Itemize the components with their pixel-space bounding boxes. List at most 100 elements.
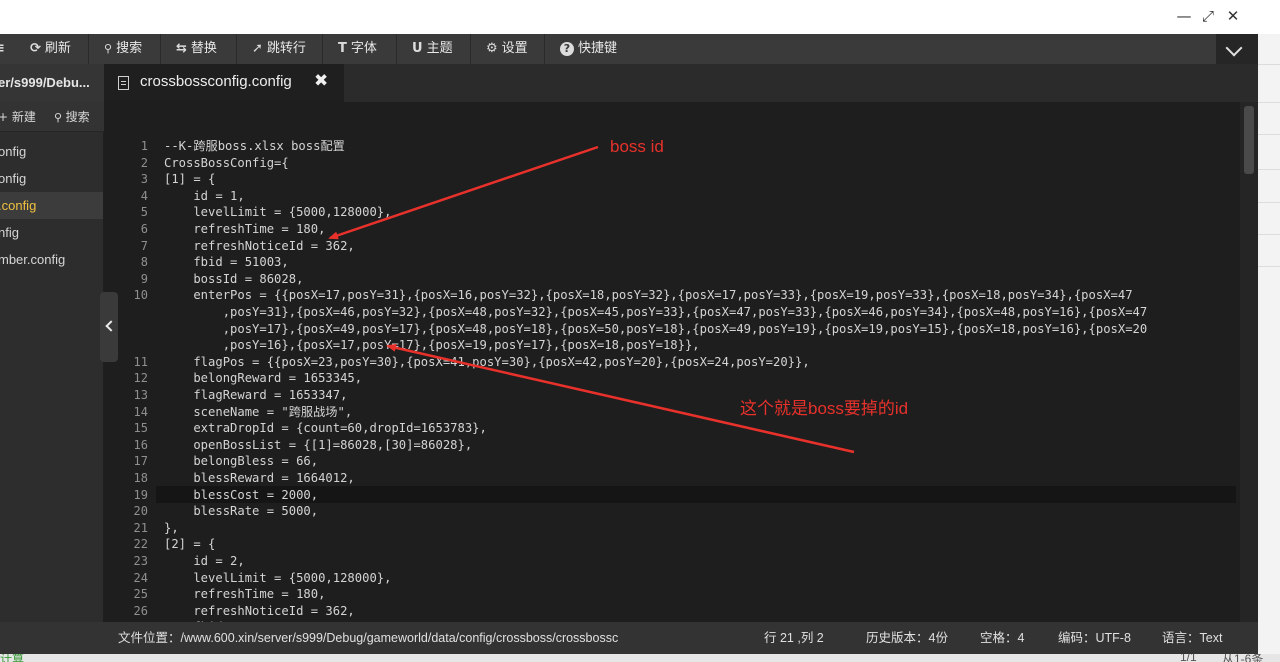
refresh-label: 刷新 (44, 41, 71, 56)
code-line[interactable]: flagPos = {{posX=23,posY=30},{posX=41,po… (164, 354, 809, 371)
goto-line-button[interactable]: ➚ 跳转行 (252, 34, 306, 64)
file-sidebar: er/s999/Debu... + 新建 ⚲ 搜索 onfig onfig .c… (0, 64, 104, 622)
grid-line (1258, 234, 1280, 235)
font-label: 字体 (350, 41, 377, 56)
toolbar-separator (160, 34, 161, 64)
close-icon[interactable]: ✕ (1221, 6, 1245, 26)
encoding[interactable]: 编码：UTF-8 (1058, 622, 1131, 654)
tab-crossbossconfig[interactable]: crossbossconfig.config ✖ (104, 64, 344, 102)
code-line[interactable]: id = 2, (164, 553, 244, 570)
code-line[interactable]: bossId = 86028, (164, 271, 303, 288)
code-line[interactable]: enterPos = {{posX=17,posY=31},{posX=16,p… (164, 287, 1132, 304)
background-spreadsheet-strip (1258, 34, 1280, 654)
line-number: 6 (140, 222, 148, 236)
collapse-sidebar-button[interactable] (100, 292, 118, 362)
search-icon: ⚲ (54, 111, 66, 124)
chevron-down-icon (1225, 39, 1243, 57)
code-line[interactable]: sceneName = "跨服战场", (164, 404, 352, 421)
tab-bar: crossbossconfig.config ✖ (104, 64, 1258, 102)
code-line[interactable]: [2] = { (164, 536, 215, 553)
code-line[interactable]: openBossList = {[1]=86028,[30]=86028}, (164, 437, 472, 454)
refresh-button[interactable]: ⟳ 刷新 (30, 34, 71, 64)
line-number: 19 (133, 487, 148, 502)
line-number: 26 (133, 603, 148, 618)
line-number: 7 (140, 238, 148, 253)
search-button[interactable]: ⚲ 搜索 (104, 34, 142, 64)
editor-window: ≡ ⟳刷新 ⚲搜索 ⇆替换 ➚跳转行 T字体 U主题 (0, 34, 1258, 654)
shortcuts-button[interactable]: ? 快捷键 (560, 34, 617, 64)
line-number: 22 (133, 537, 148, 552)
line-number: 20 (133, 504, 148, 519)
sidebar-file-item-selected[interactable]: .config (0, 192, 104, 219)
sidebar-file-item[interactable]: mber.config (0, 246, 104, 273)
sidebar-file-item[interactable]: nfig (0, 219, 104, 246)
page-indicator: 1/1 (1180, 654, 1197, 662)
code-line[interactable]: ,posY=16},{posX=17,posY=17},{posX=19,pos… (164, 337, 700, 354)
shortcuts-label: 快捷键 (578, 41, 618, 56)
sidebar-file-item[interactable]: onfig (0, 138, 104, 165)
tab-label: crossbossconfig.config (140, 73, 292, 90)
settings-label: 设置 (501, 41, 528, 56)
language-mode[interactable]: 语言：Text (1162, 622, 1222, 654)
code-line[interactable]: levelLimit = {5000,128000}, (164, 204, 391, 221)
toolbar-menu-button[interactable]: ≡ (0, 34, 9, 64)
code-line[interactable]: extraDropId = {count=60,dropId=1653783}, (164, 420, 487, 437)
code-line[interactable]: }, (164, 520, 179, 537)
toolbar-separator (88, 34, 89, 64)
code-line[interactable]: refreshNoticeId = 362, (164, 238, 354, 255)
close-tab-icon[interactable]: ✖ (314, 71, 328, 91)
history-versions[interactable]: 历史版本：4份 (866, 622, 948, 654)
cursor-position[interactable]: 行 21 ,列 2 (764, 622, 824, 654)
line-number: 8 (140, 255, 148, 270)
maximize-icon[interactable]: ⤢ (1196, 6, 1220, 26)
pin-icon: ➚ (252, 41, 263, 56)
line-number: 25 (133, 587, 148, 602)
code-line[interactable]: blessCost = 2000, (164, 487, 318, 504)
background-status-strip: 计算 1/1 从1-6条 (0, 654, 1280, 662)
code-line[interactable]: refreshTime = 180, (164, 221, 325, 238)
code-line[interactable]: refreshTime = 180, (164, 586, 325, 603)
line-number: 21 (133, 520, 148, 535)
grid-line (1258, 169, 1280, 170)
code-line[interactable]: refreshNoticeId = 362, (164, 603, 354, 620)
new-file-button[interactable]: + 新建 (0, 102, 36, 132)
replace-button[interactable]: ⇆ 替换 (176, 34, 217, 64)
toolbar: ≡ ⟳刷新 ⚲搜索 ⇆替换 ➚跳转行 T字体 U主题 (0, 34, 1258, 64)
code-line[interactable]: belongReward = 1653345, (164, 370, 362, 387)
code-line[interactable]: fbid = 51003, (164, 254, 288, 271)
sidebar-search-button[interactable]: ⚲ 搜索 (54, 102, 90, 132)
line-number: 9 (140, 271, 148, 286)
theme-button[interactable]: U 主题 (412, 34, 453, 64)
code-line[interactable]: belongBless = 66, (164, 453, 318, 470)
code-line[interactable]: levelLimit = {5000,128000}, (164, 570, 391, 587)
line-number: 17 (133, 454, 148, 469)
annotation-boss-id: boss id (610, 137, 664, 156)
code-line[interactable]: CrossBossConfig={ (164, 155, 289, 172)
grid-line (1258, 64, 1280, 65)
minimize-icon[interactable]: — (1172, 6, 1196, 26)
code-line[interactable]: blessReward = 1664012, (164, 470, 354, 487)
theme-label: 主题 (426, 41, 453, 56)
code-editor[interactable]: 1 2 3 4 5 6 7 8 9 10 11 12 13 14 15 16 17 18 19 20 21 22 23 24 2… (104, 102, 1258, 622)
code-line[interactable]: ,posY=17},{posX=49,posY=17},{posX=48,pos… (164, 321, 1148, 338)
new-file-label: 新建 (11, 110, 36, 124)
file-icon (118, 76, 129, 90)
toolbar-expand-button[interactable] (1216, 34, 1258, 64)
sidebar-file-item[interactable]: onfig (0, 165, 104, 192)
code-area[interactable]: --K-跨服boss.xlsx boss配置 CrossBossConfig={[… (164, 102, 1244, 622)
code-line[interactable]: --K-跨服boss.xlsx boss配置 (164, 138, 345, 155)
sidebar-search-label: 搜索 (65, 110, 90, 124)
indent-spaces[interactable]: 空格：4 (980, 622, 1024, 654)
code-line[interactable]: [1] = { (164, 171, 215, 188)
line-number: 12 (133, 371, 148, 386)
code-line[interactable]: ,posY=31},{posX=46,posY=32},{posX=48,pos… (164, 304, 1148, 321)
replace-icon: ⇆ (176, 41, 187, 56)
code-line[interactable]: id = 1, (164, 188, 244, 205)
screenshot-root: — ⤢ ✕ ≡ ⟳刷新 ⚲搜索 ⇆替换 ➚跳转行 (0, 0, 1280, 662)
font-button[interactable]: T 字体 (338, 34, 377, 64)
code-line[interactable]: blessRate = 5000, (164, 503, 318, 520)
vertical-scrollbar[interactable] (1240, 102, 1258, 622)
code-line[interactable]: flagReward = 1653347, (164, 387, 347, 404)
scrollbar-thumb[interactable] (1244, 106, 1254, 174)
settings-button[interactable]: ⚙ 设置 (486, 34, 528, 64)
